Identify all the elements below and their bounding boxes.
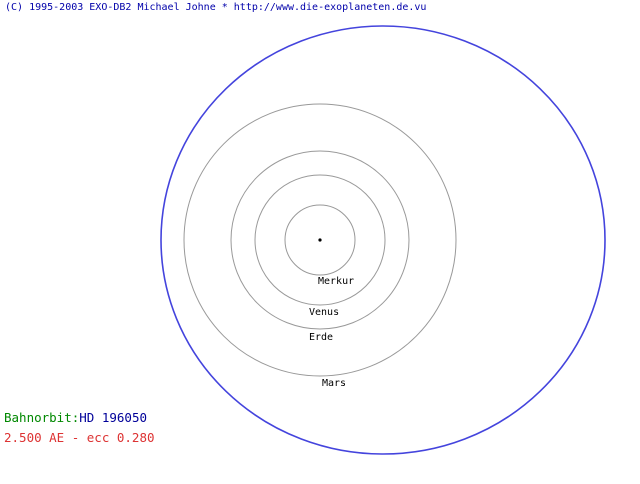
label-erde: Erde (309, 332, 333, 343)
orbit-diagram: Merkur Venus Erde Mars (C) 1995-2003 EXO… (0, 0, 640, 480)
orbit-label: Bahnorbit: (4, 410, 80, 425)
label-mars: Mars (322, 378, 346, 389)
orbit-info-line: Bahnorbit:HD 196050 (4, 410, 147, 426)
orbit-hd-196050 (160, 25, 606, 455)
star-marker (318, 238, 322, 242)
label-venus: Venus (309, 307, 339, 318)
copyright-notice: (C) 1995-2003 EXO-DB2 Michael Johne * ht… (5, 2, 427, 13)
orbit-canvas: Merkur Venus Erde Mars (160, 25, 606, 455)
planet-name: HD 196050 (79, 410, 147, 425)
label-merkur: Merkur (318, 276, 354, 287)
orbit-parameters: 2.500 AE - ecc 0.280 (4, 430, 155, 445)
